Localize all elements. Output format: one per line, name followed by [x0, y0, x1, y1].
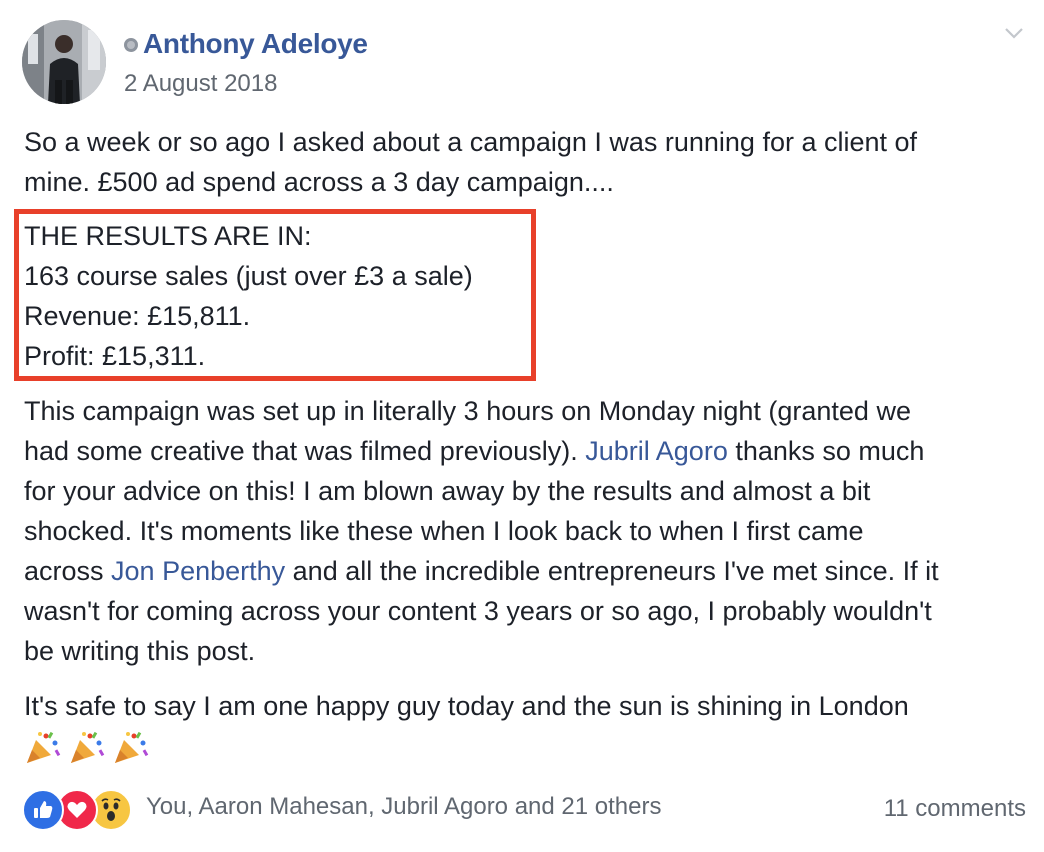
text-line: shocked. It's moments like these when I … — [24, 516, 864, 546]
post-date[interactable]: 2 August 2018 — [124, 70, 277, 98]
text-segment: and all the incredible entrepreneurs I'v… — [285, 556, 939, 586]
results-heading: THE RESULTS ARE IN: — [24, 221, 312, 251]
reaction-summary[interactable]: You, Aaron Mahesan, Jubril Agoro and 21 … — [146, 793, 661, 821]
post-closing: It's safe to say I am one happy guy toda… — [24, 686, 1024, 726]
facebook-post: Anthony Adeloye 2 August 2018 So a week … — [0, 0, 1044, 852]
chevron-down-icon[interactable] — [1004, 26, 1024, 40]
text-line: It's safe to say I am one happy guy toda… — [24, 691, 909, 721]
author-name[interactable]: Anthony Adeloye — [143, 28, 368, 60]
text-line: had some creative that was filmed previo… — [24, 431, 1024, 471]
party-popper-icon — [27, 731, 61, 763]
emoji-row — [24, 730, 150, 766]
text-line: for your advice on this! I am blown away… — [24, 476, 871, 506]
like-icon — [22, 789, 64, 831]
comments-count[interactable]: 11 comments — [884, 795, 1026, 823]
text-line: This campaign was set up in literally 3 … — [24, 396, 911, 426]
text-line: across Jon Penberthy and all the incredi… — [24, 551, 1024, 591]
mention-jubril-agoro[interactable]: Jubril Agoro — [585, 436, 728, 466]
text-segment: had some creative that was filmed previo… — [24, 436, 586, 466]
reaction-icons[interactable] — [22, 789, 132, 831]
text-line: mine. £500 ad spend across a 3 day campa… — [24, 167, 614, 197]
globe-icon — [124, 38, 138, 52]
text-segment: across — [24, 556, 112, 586]
text-segment: thanks so much — [727, 436, 925, 466]
text-line: be writing this post. — [24, 636, 256, 666]
mention-jon-penberthy[interactable]: Jon Penberthy — [111, 556, 285, 586]
post-intro: So a week or so ago I asked about a camp… — [24, 122, 1024, 202]
text-line: wasn't for coming across your content 3 … — [24, 596, 932, 626]
results-profit: Profit: £15,311. — [24, 341, 206, 371]
results-revenue: Revenue: £15,811. — [24, 301, 251, 331]
text-line: So a week or so ago I asked about a camp… — [24, 127, 918, 157]
results-sales: 163 course sales (just over £3 a sale) — [24, 261, 473, 291]
party-popper-icon — [71, 731, 105, 763]
author-row: Anthony Adeloye — [124, 28, 368, 60]
post-body: This campaign was set up in literally 3 … — [24, 391, 1024, 671]
results-block: THE RESULTS ARE IN: 163 course sales (ju… — [24, 216, 473, 376]
party-popper-icon — [115, 731, 149, 763]
avatar[interactable] — [22, 20, 106, 104]
